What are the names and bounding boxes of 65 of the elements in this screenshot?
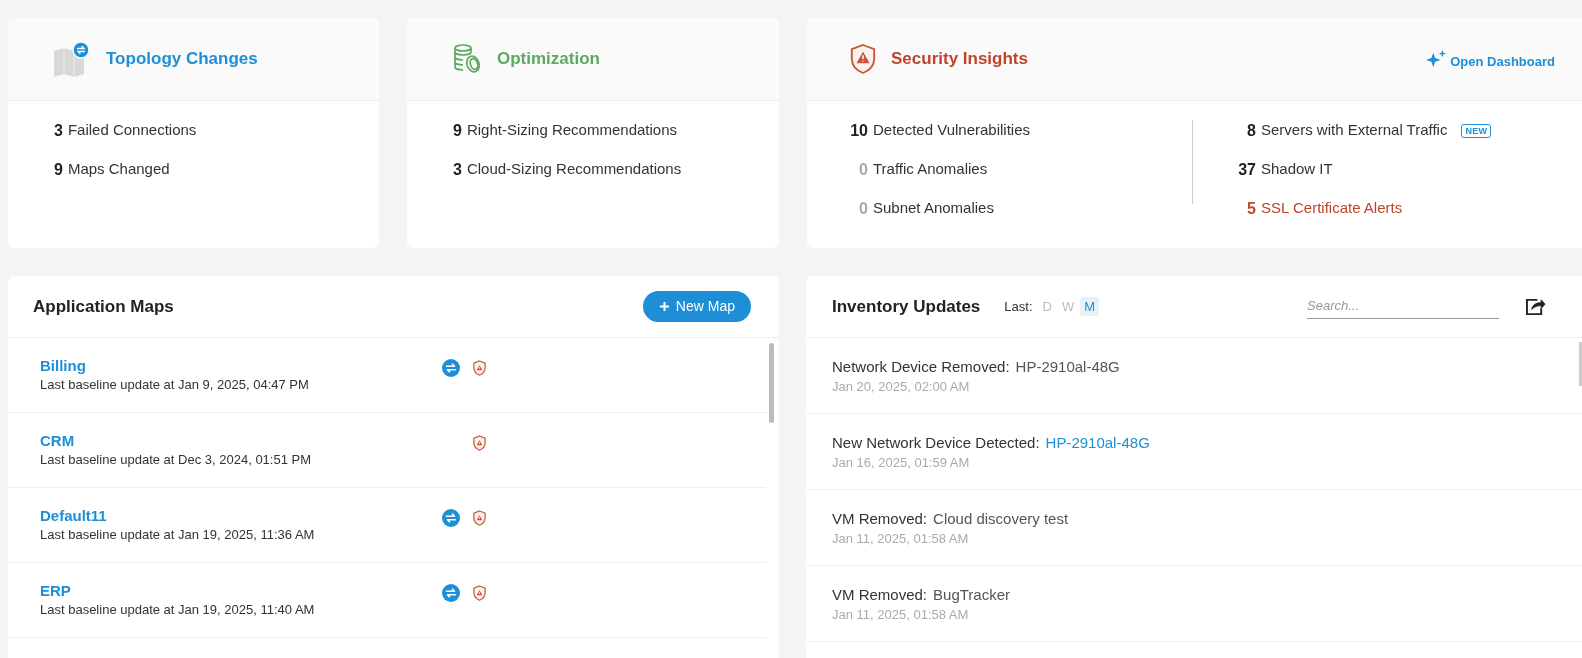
coins-icon [451, 43, 483, 75]
event-label: VM Removed: [832, 584, 928, 605]
event-label: New Network Device Detected: [832, 432, 1040, 453]
period-label: Last: [1004, 297, 1033, 316]
stat-label: SSL Certificate Alerts [1261, 198, 1403, 219]
stat-value: 0 [858, 198, 868, 219]
stat-value: 9 [453, 120, 462, 141]
stat-label: Shadow IT [1261, 159, 1333, 180]
event-date: Jan 16, 2025, 01:59 AM [832, 453, 971, 472]
stat-value: 9 [54, 159, 63, 180]
stat-label: Traffic Anomalies [873, 159, 988, 180]
map-name[interactable]: Billing [40, 356, 442, 376]
stat-value: 5 [1246, 198, 1256, 219]
event-date: Jan 11, 2025, 01:58 AM [832, 605, 970, 624]
map-subtitle: Last baseline update at Jan 19, 2025, 11:36 AM [40, 526, 316, 544]
event-label: VM Removed: [832, 508, 928, 529]
event-label: Network Device Removed: [832, 356, 1010, 377]
map-list-item[interactable]: ERP Last baseline update at Jan 19, 2025, 11:40 AM [8, 563, 766, 638]
map-name[interactable]: Default11 [40, 506, 442, 526]
new-map-button[interactable]: New Map [642, 291, 751, 322]
map-subtitle: Last baseline update at Jan 9, 2025, 04:47 PM [40, 376, 310, 394]
stat-value: 37 [1237, 159, 1256, 180]
card-title: Security Insights [891, 48, 1028, 71]
stat-label: Cloud-Sizing Recommendations [466, 159, 682, 180]
map-list-item[interactable]: Default11 Last baseline update at Jan 19, 2025, 11:36 AM [8, 488, 766, 563]
sparkle-icon [1424, 49, 1449, 69]
stat-label: Servers with External Traffic [1261, 120, 1448, 141]
period-tab[interactable]: M [1080, 296, 1099, 317]
stat-value: 0 [858, 159, 868, 180]
event-subject: BugTracker [933, 584, 1011, 605]
panel-title: Application Maps [33, 295, 174, 318]
stat-value: 8 [1246, 120, 1256, 141]
stat-value: 10 [849, 120, 868, 141]
stat-label: Right-Sizing Recommendations [466, 120, 677, 141]
export-icon [1525, 297, 1546, 316]
stat-label: Maps Changed [67, 159, 170, 180]
shield-warning-icon [849, 43, 877, 75]
map-list-item[interactable]: CRM Last baseline update at Dec 3, 2024, 01:51 PM [8, 413, 766, 488]
period-tab[interactable]: D [1038, 296, 1056, 317]
new-badge: NEW [1461, 123, 1492, 138]
plus-icon [658, 301, 670, 312]
open-dashboard-link[interactable]: Open Dashboard [1424, 49, 1555, 71]
map-subtitle: Last baseline update at Jan 19, 2025, 11:40 AM [40, 601, 316, 619]
map-name[interactable]: ERP [40, 581, 442, 601]
stat-value: 3 [54, 120, 63, 141]
event-subject: Cloud discovery test [933, 508, 1069, 529]
event-date: Jan 11, 2025, 01:58 AM [832, 529, 970, 548]
device-link[interactable]: HP-2910al-48G [1045, 431, 1150, 454]
period-tab[interactable]: W [1057, 296, 1079, 317]
card-title: Optimization [497, 48, 600, 71]
search-field[interactable]: Search... [1307, 294, 1499, 319]
map-sync-icon [52, 41, 92, 77]
map-subtitle: Last baseline update at Dec 3, 2024, 01:51 PM [40, 451, 313, 469]
event-date: Jan 20, 2025, 02:00 AM [832, 377, 971, 396]
map-list-item[interactable]: Billing Last baseline update at Jan 9, 2025, 04:47 PM [8, 338, 766, 413]
panel-title: Inventory Updates [832, 295, 981, 318]
event-subject: HP-2910al-48G [1015, 356, 1120, 377]
map-name[interactable]: CRM [40, 431, 442, 451]
stat-label: Detected Vulnerabilities [873, 120, 1031, 141]
stat-label: Failed Connections [67, 120, 197, 141]
stat-value: 3 [453, 159, 462, 180]
scrollbar[interactable] [1579, 342, 1582, 386]
card-title: Topology Changes [106, 48, 258, 71]
stat-label: Subnet Anomalies [873, 198, 994, 219]
scrollbar[interactable] [769, 343, 774, 423]
